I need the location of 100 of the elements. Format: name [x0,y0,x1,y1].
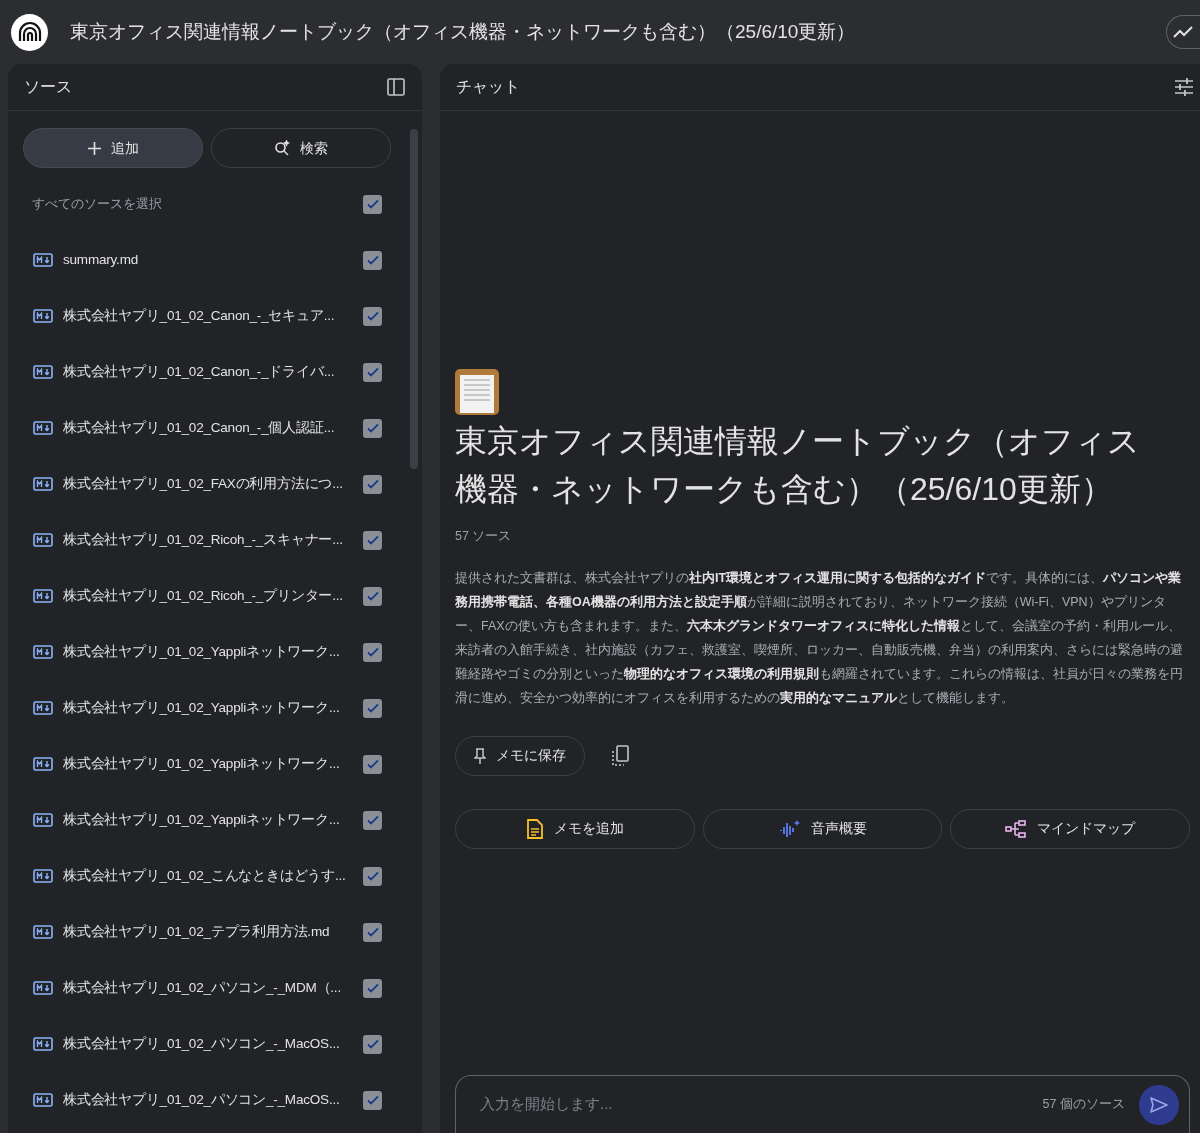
panel-title: チャット [456,77,520,97]
source-item[interactable]: 株式会社ヤプリ_01_02_こんなときはどうす... [23,848,398,904]
source-name: 株式会社ヤプリ_01_02_Ricoh_-_スキャナー... [63,530,344,549]
markdown-file-icon [33,477,53,491]
checkbox[interactable] [363,250,382,270]
checkbox[interactable] [363,922,382,942]
check-icon [365,421,380,435]
markdown-file-icon [33,813,53,827]
markdown-file-icon [33,645,53,659]
sidebar-toggle-icon[interactable] [386,77,406,97]
checkbox[interactable] [363,474,382,494]
check-icon [365,253,380,267]
check-icon [365,1093,380,1107]
panel-title: ソース [24,77,72,97]
send-button[interactable] [1139,1084,1179,1125]
markdown-file-icon [33,1037,53,1051]
markdown-file-icon [33,757,53,771]
markdown-file-icon [33,365,53,379]
checkbox[interactable] [363,1090,382,1110]
audio-wave-icon [778,818,801,839]
scrollbar-thumb[interactable] [410,129,418,469]
source-name: 株式会社ヤプリ_01_02_Ricoh_-_プリンター... [63,586,344,605]
check-icon [365,757,380,771]
source-count: 57 ソース [455,528,513,545]
summary-text: 提供された文書群は、株式会社ヤプリの社内IT環境とオフィス運用に関する包括的なガイドです。具体的には、パソコンや業務用携帯電話、各種OA機器の利用方法と設定手順が詳細に説明されており、ネットワーク接続（Wi-Fi、VPN）やプリンター、FAXの使い方も含まれます。また、六本木グランドタワーオフィスに特化した情報として、会議室の予約・利用ルール、来訪者の入館手続き、社内施設（カフェ、救護室、喫煙所、ロッカー、自動販売機、弁当）の利用案内、さらには緊急時の避難経路やゴミの分別といった物理的なオフィス環境の利用規則も網羅されています。これらの情報は、社員が日々の業務を円滑に進め、安全かつ効率的にオフィスを利用するための実用的なマニュアルとして機能します。 [455,569,1184,707]
message-input: 入力を開始します... [480,1093,1043,1116]
source-item[interactable]: 株式会社ヤプリ_01_02_Ricoh_-_プリンター... [23,568,398,624]
source-item[interactable]: 株式会社ヤプリ_01_02_Yappliネットワーク... [23,736,398,792]
logo-icon [17,21,42,43]
send-icon [1149,1095,1169,1114]
checkbox[interactable] [363,306,382,326]
source-item[interactable]: 株式会社ヤプリ_01_02_Ricoh_-_スキャナー... [23,512,398,568]
source-name: 株式会社ヤプリ_01_02_パソコン_-_MDM（... [63,978,342,997]
source-item[interactable]: 株式会社ヤプリ_01_02_テプラ利用方法.md [23,904,398,960]
source-item[interactable]: 株式会社ヤプリ_01_02_パソコン_-_MacOS... [23,1072,398,1128]
checkbox[interactable] [363,530,382,550]
source-item[interactable]: 株式会社ヤプリ_01_02_パソコン_-_MacOS... [23,1016,398,1072]
check-icon [365,1037,380,1051]
copy-icon[interactable] [611,744,629,767]
source-name: 株式会社ヤプリ_01_02_こんなときはどうす... [63,866,347,885]
checkbox[interactable] [363,810,382,830]
notebook-title: 東京オフィス関連情報ノートブック（オフィス機器・ネットワークも含む）（25/6/10更新） [70,19,856,44]
markdown-file-icon [33,981,53,995]
source-item[interactable]: 株式会社ヤプリ_01_02_Yappliネットワーク... [23,792,398,848]
checkbox[interactable] [363,1034,382,1054]
document-icon [525,818,544,839]
check-icon [365,533,380,547]
source-item[interactable]: 株式会社ヤプリ_01_02_FAXの利用方法につ... [23,456,398,512]
app-logo[interactable] [11,13,48,51]
checkbox[interactable] [363,978,382,998]
checkbox[interactable] [363,362,382,382]
markdown-file-icon [33,1093,53,1107]
source-item[interactable]: 株式会社ヤプリ_01_02_Canon_-_ドライバ... [23,344,398,400]
source-name: 株式会社ヤプリ_01_02_テプラ利用方法.md [63,922,331,941]
plus-icon [87,141,101,155]
markdown-file-icon [33,253,53,267]
checkbox[interactable] [363,754,382,774]
source-item[interactable]: 株式会社ヤプリ_01_02_Yappliネットワーク... [23,624,398,680]
pin-icon [474,747,486,764]
source-item[interactable]: summary.md [23,232,398,288]
check-icon [365,197,380,211]
check-icon [365,309,380,323]
notebook-heading: 東京オフィス関連情報ノートブック（オフィス機器・ネットワークも含む）（25/6/10更新） [455,422,1141,509]
source-name: 株式会社ヤプリ_01_02_Yappliネットワーク... [63,754,341,773]
markdown-file-icon [33,421,53,435]
checkbox[interactable] [363,698,382,718]
search-icon [274,140,290,156]
markdown-file-icon [33,701,53,715]
source-item[interactable]: 株式会社ヤプリ_01_02_Canon_-_個人認証... [23,400,398,456]
check-icon [365,645,380,659]
check-icon [365,589,380,603]
source-name: 株式会社ヤプリ_01_02_FAXの利用方法につ... [63,474,344,493]
source-name: summary.md [63,250,139,269]
markdown-file-icon [33,925,53,939]
check-icon [365,925,380,939]
add-source-button[interactable]: 追加 [23,128,203,168]
markdown-file-icon [33,869,53,883]
source-item[interactable]: 株式会社ヤプリ_01_02_Canon_-_セキュア... [23,288,398,344]
clipboard-emoji-icon [455,369,499,415]
settings-sliders-icon[interactable] [1174,78,1194,96]
markdown-file-icon [33,309,53,323]
source-name: 株式会社ヤプリ_01_02_Canon_-_セキュア... [63,306,336,325]
chat-input[interactable]: 入力を開始します... 57 個のソース [455,1075,1190,1133]
check-icon [365,365,380,379]
markdown-file-icon [33,533,53,547]
source-name: 株式会社ヤプリ_01_02_Canon_-_ドライバ... [63,362,336,381]
source-item[interactable]: 株式会社ヤプリ_01_02_パソコン_-_MDM（... [23,960,398,1016]
checkbox[interactable] [363,586,382,606]
checkbox[interactable] [363,642,382,662]
checkbox[interactable] [363,194,382,214]
source-name: 株式会社ヤプリ_01_02_Yappliネットワーク... [63,810,341,829]
source-item[interactable]: 株式会社ヤプリ_01_02_Yappliネットワーク... [23,680,398,736]
checkbox[interactable] [363,418,382,438]
source-name: 株式会社ヤプリ_01_02_Yappliネットワーク... [63,642,341,661]
input-source-count: 57 個のソース [1042,1096,1125,1114]
checkbox[interactable] [363,866,382,886]
check-icon [365,813,380,827]
trend-icon [1173,26,1193,38]
check-icon [365,477,380,491]
check-icon [365,869,380,883]
